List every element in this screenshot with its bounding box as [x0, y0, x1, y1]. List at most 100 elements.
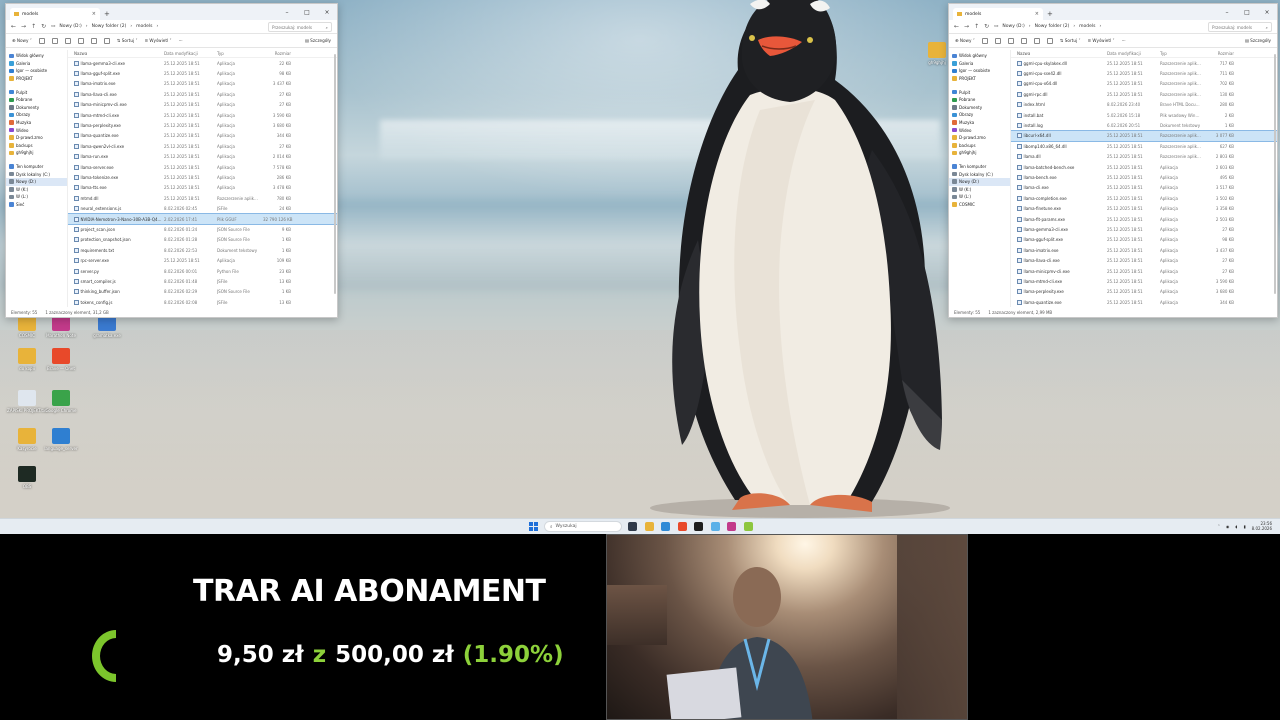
- new-tab-button[interactable]: +: [104, 10, 110, 18]
- tab-models[interactable]: models ×: [953, 8, 1043, 20]
- file-row[interactable]: tokens_config.js 8.02.2026 02:08 JSFile 13 …: [68, 297, 337, 307]
- breadcrumb-item[interactable]: Nowy folder (2): [92, 24, 127, 29]
- file-row[interactable]: llama-completion.exe 25.12.2025 18:51 Apli…: [1011, 193, 1277, 203]
- file-row[interactable]: llama-minicpmv-cli.exe 25.12.2025 18:51 Ap…: [68, 100, 337, 110]
- column-size[interactable]: Rozmiar: [263, 51, 293, 56]
- column-name[interactable]: Nazwa: [1011, 51, 1107, 56]
- file-row[interactable]: llama-mtmd-cli.exe 25.12.2025 18:51 Aplika…: [68, 110, 337, 120]
- file-row[interactable]: smart_compiler.js 8.02.2026 01:48 JSFile 13…: [68, 276, 337, 286]
- file-row[interactable]: ggml-rpc.dll 25.12.2025 18:51 Rozszerzenie…: [1011, 89, 1277, 99]
- sort-button[interactable]: ⇅ Sortuj ˅: [1060, 38, 1081, 43]
- nav-item[interactable]: backups: [949, 142, 1010, 150]
- file-explorer-window-right[interactable]: models × + – □ × ← → ↑ ↻ ▭ Nowy (D:) › No…: [948, 3, 1278, 318]
- file-row[interactable]: llama-mtmd-cli.exe 25.12.2025 18:51 Aplika…: [1011, 276, 1277, 286]
- breadcrumb[interactable]: ▭ Nowy (D:) › Nowy folder (2) › models ›: [51, 22, 263, 32]
- file-row[interactable]: llama-perplexity.exe 25.12.2025 18:51 Apli…: [68, 120, 337, 130]
- nav-item[interactable]: W (L:): [949, 193, 1010, 201]
- nav-item[interactable]: backups: [6, 142, 67, 150]
- close-tab-icon[interactable]: ×: [1035, 11, 1039, 17]
- close-tab-icon[interactable]: ×: [92, 11, 96, 17]
- file-row[interactable]: ggml-cpu-skylakex.dll 25.12.2025 18:51 Roz…: [1011, 58, 1277, 68]
- cut-icon[interactable]: [981, 37, 988, 44]
- file-row[interactable]: index.html 8.02.2026 23:40 Brave HTML Docu…: [1011, 100, 1277, 110]
- nav-item[interactable]: D-prawd.zmo: [949, 134, 1010, 142]
- view-button[interactable]: ≡ Wyświetl ˅: [145, 38, 172, 43]
- breadcrumb-item[interactable]: models: [1079, 24, 1095, 29]
- view-button[interactable]: ≡ Wyświetl ˅: [1088, 38, 1115, 43]
- windows-start-button[interactable]: [529, 522, 538, 531]
- file-row[interactable]: llama-imatrix.exe 25.12.2025 18:51 Aplikac…: [1011, 245, 1277, 255]
- nav-item[interactable]: gh9ghjhj: [949, 149, 1010, 157]
- file-row[interactable]: llama-tts.exe 25.12.2025 18:51 Aplikacja 3 …: [68, 183, 337, 193]
- file-row[interactable]: llama-minicpmv-cli.exe 25.12.2025 18:51 Ap…: [1011, 266, 1277, 276]
- file-row[interactable]: thinking_buffer.json 8.02.2026 02:29 JSON …: [68, 287, 337, 297]
- app-pink-taskbar-icon[interactable]: [727, 522, 736, 531]
- file-explorer-taskbar-icon[interactable]: [644, 522, 654, 531]
- nav-item[interactable]: Obrazy: [949, 111, 1010, 119]
- more-button[interactable]: ···: [179, 38, 183, 43]
- new-button[interactable]: ⊕ Nowy ˅: [955, 38, 975, 43]
- file-row[interactable]: llama-llava-cli.exe 25.12.2025 18:51 Aplik…: [1011, 255, 1277, 265]
- column-size[interactable]: Rozmiar: [1206, 51, 1236, 56]
- vertical-scrollbar[interactable]: [334, 54, 336, 294]
- file-row[interactable]: llama-gguf-split.exe 25.12.2025 18:51 Apli…: [1011, 235, 1277, 245]
- file-row[interactable]: llama-gguf-split.exe 25.12.2025 18:51 Apli…: [68, 68, 337, 78]
- file-row[interactable]: llama-tokenize.exe 25.12.2025 18:51 Aplika…: [68, 172, 337, 182]
- details-button[interactable]: ▤ Szczegóły: [1245, 38, 1271, 43]
- clock[interactable]: 23:56 8.02.2026: [1252, 521, 1272, 531]
- edge-taskbar-icon[interactable]: [661, 522, 670, 531]
- network-icon[interactable]: ◉: [1226, 524, 1230, 529]
- file-row[interactable]: ggml-cpu-sse42.dll 25.12.2025 18:51 Rozsze…: [1011, 68, 1277, 78]
- brave-taskbar-icon[interactable]: [677, 522, 687, 531]
- nav-item[interactable]: Nowy (D:): [949, 177, 1010, 186]
- nav-item[interactable]: Muzyka: [949, 119, 1010, 127]
- nav-item[interactable]: Nowy (D:): [6, 177, 67, 186]
- minimize-button[interactable]: –: [1217, 9, 1237, 16]
- file-row[interactable]: ggml-cpu-x64.dll 25.12.2025 18:51 Rozszerz…: [1011, 79, 1277, 89]
- up-icon[interactable]: ↑: [974, 23, 979, 30]
- nav-item[interactable]: D-prawd.zmo: [6, 134, 67, 142]
- file-row[interactable]: llama-server.exe 25.12.2025 18:51 Aplikacj…: [68, 162, 337, 172]
- file-row[interactable]: requirements.txt 8.02.2026 22:53 Dokument …: [68, 245, 337, 255]
- file-row[interactable]: llama-fit-params.exe 25.12.2025 18:51 Apli…: [1011, 214, 1277, 224]
- nav-item[interactable]: COSMIC: [949, 201, 1010, 209]
- nav-item[interactable]: Ten komputer: [6, 163, 67, 171]
- desktop-icon[interactable]: Marathon Note: [36, 315, 86, 338]
- file-row[interactable]: install.log 6.02.2026 20:51 Dokument tekst…: [1011, 120, 1277, 130]
- nav-item[interactable]: Muzyka: [6, 119, 67, 127]
- nav-item[interactable]: Wideo: [949, 126, 1010, 134]
- copy-icon[interactable]: [994, 37, 1001, 44]
- file-row[interactable]: rpc-server.exe 25.12.2025 18:51 Aplikacja 1…: [68, 255, 337, 265]
- forward-icon[interactable]: →: [21, 23, 26, 30]
- desktop-icon[interactable]: Google Chrome: [36, 390, 86, 413]
- nav-item[interactable]: Dysk lokalny (C:): [949, 170, 1010, 178]
- search-input[interactable]: Przeszukaj: models ⌕: [268, 21, 332, 32]
- file-row[interactable]: llama-finetune.exe 25.12.2025 18:51 Aplika…: [1011, 203, 1277, 213]
- file-row[interactable]: llama-batched-bench.exe 25.12.2025 18:51 A…: [1011, 162, 1277, 172]
- desktop-icon[interactable]: OBS: [2, 466, 52, 489]
- cut-icon[interactable]: [38, 37, 45, 44]
- file-row[interactable]: install.bat 5.02.2026 15:18 Plik wsadowy W…: [1011, 110, 1277, 120]
- nav-item[interactable]: Pobrane: [949, 96, 1010, 104]
- obs-taskbar-icon[interactable]: [694, 522, 703, 531]
- nav-item[interactable]: Sieć: [6, 201, 67, 209]
- minimize-button[interactable]: –: [277, 9, 297, 16]
- refresh-icon[interactable]: ↻: [41, 23, 46, 30]
- file-explorer-window-left[interactable]: models × + – □ × ← → ↑ ↻ ▭ Nowy (D:) › No…: [5, 3, 338, 318]
- back-icon[interactable]: ←: [954, 23, 959, 30]
- terminal-taskbar-icon[interactable]: [628, 522, 637, 531]
- file-row[interactable]: llama-quantize.exe 25.12.2025 18:51 Aplika…: [68, 131, 337, 141]
- nav-item[interactable]: Dokumenty: [949, 104, 1010, 112]
- file-row[interactable]: protection_snapshot.json 8.02.2026 01:28 J…: [68, 235, 337, 245]
- nav-item[interactable]: Wideo: [6, 126, 67, 134]
- nav-item[interactable]: Igor — osobiste: [949, 67, 1010, 75]
- chevron-up-icon[interactable]: ˄: [1218, 524, 1220, 529]
- close-button[interactable]: ×: [1257, 9, 1277, 16]
- breadcrumb-item[interactable]: models: [136, 24, 152, 29]
- breadcrumb-item[interactable]: Nowy (D:): [1002, 24, 1024, 29]
- file-row[interactable]: llama-gemma3-cli.exe 25.12.2025 18:51 Apli…: [1011, 224, 1277, 234]
- nav-item[interactable]: Pobrane: [6, 96, 67, 104]
- file-row[interactable]: llama-perplexity.exe 25.12.2025 18:51 Apli…: [1011, 287, 1277, 297]
- paste-icon[interactable]: [64, 37, 71, 44]
- file-row[interactable]: server.py 8.02.2026 00:01 Python File 23 KB: [68, 266, 337, 276]
